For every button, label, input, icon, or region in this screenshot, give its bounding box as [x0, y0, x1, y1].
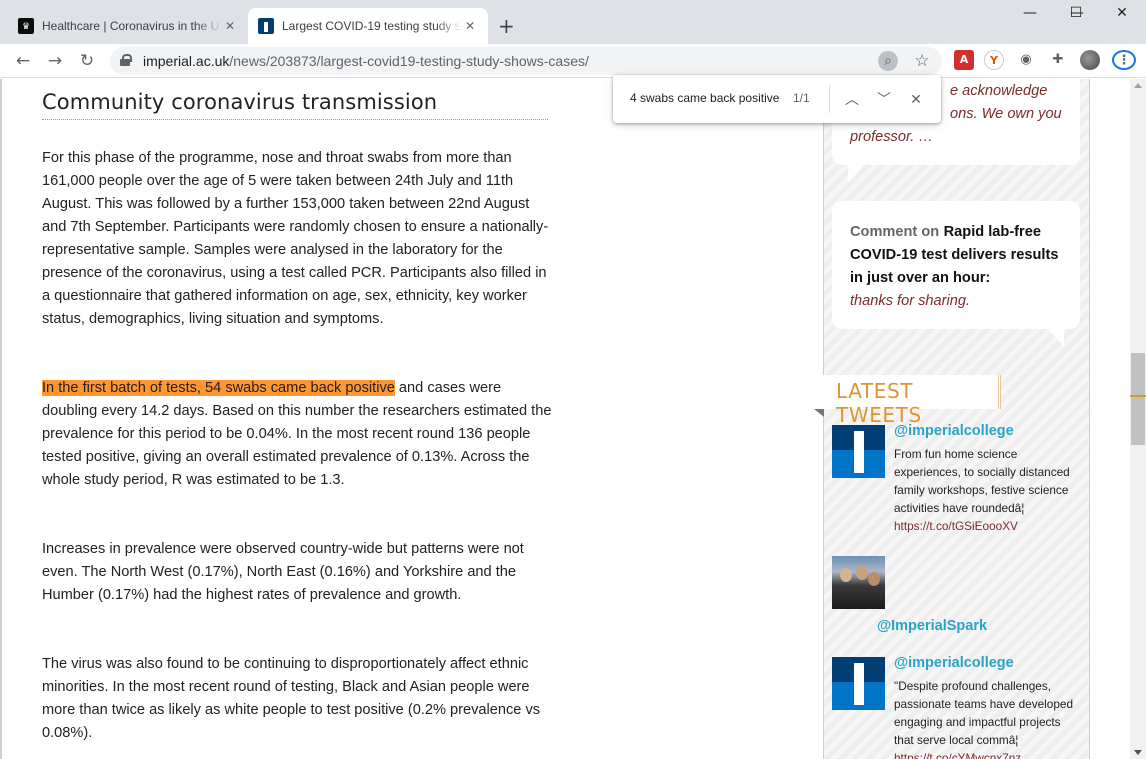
scroll-down-arrow-icon[interactable] [1134, 750, 1142, 755]
close-window-icon[interactable]: ✕ [1099, 5, 1145, 21]
tweet-handle[interactable]: @imperialcollege [894, 423, 1014, 439]
tab-covid-study[interactable]: Largest COVID-19 testing study s ✕ [248, 8, 488, 44]
forward-arrow-icon[interactable]: → [44, 50, 66, 72]
divider [829, 85, 830, 113]
back-arrow-icon[interactable]: ← [12, 50, 34, 72]
tab-title: Healthcare | Coronavirus in the U [42, 19, 220, 33]
new-tab-button[interactable]: + [498, 14, 515, 38]
latest-tweets-heading: LATEST TWEETS [814, 375, 1001, 427]
page-scrollbar[interactable] [1130, 79, 1146, 759]
tweet-text: From fun home science experiences, to so… [894, 447, 1070, 533]
yoroi-extension-icon[interactable]: Y [984, 50, 1004, 70]
reload-icon[interactable]: ↻ [76, 50, 98, 72]
lock-icon[interactable] [120, 54, 132, 66]
browser-menu-icon[interactable]: ⋮ [1112, 50, 1136, 70]
web-page: Community coronavirus transmission For t… [0, 79, 1130, 759]
bookmark-star-icon[interactable]: ☆ [912, 51, 932, 71]
paragraph: In the first batch of tests, 54 swabs ca… [42, 380, 552, 488]
imperial-spark-avatar[interactable] [832, 556, 885, 609]
imperial-logo-avatar[interactable] [832, 657, 885, 710]
find-highlight: In the first batch of tests, 54 swabs ca… [42, 380, 395, 396]
chevron-up-icon[interactable]: ︿ [841, 88, 863, 110]
browser-toolbar: ← → ↻ imperial.ac.uk/news/203873/largest… [0, 44, 1146, 78]
maximize-icon[interactable]: ☐ [1053, 5, 1099, 21]
camera-extension-icon[interactable]: ◉ [1016, 50, 1036, 70]
paragraph: Increases in prevalence were observed co… [42, 541, 524, 603]
tweet-link[interactable]: https://t.co/tGSiEoooXV [894, 519, 1018, 533]
tab-close-icon[interactable]: ✕ [222, 19, 238, 33]
close-icon[interactable]: ✕ [905, 88, 927, 110]
paragraph: For this phase of the programme, nose an… [42, 150, 549, 327]
adobe-pdf-extension-icon[interactable]: A [954, 50, 974, 70]
tab-title: Largest COVID-19 testing study s [282, 19, 461, 33]
imperial-logo-avatar[interactable] [832, 425, 885, 478]
address-bar[interactable]: imperial.ac.uk/news/203873/largest-covid… [110, 47, 942, 75]
scroll-up-arrow-icon[interactable] [1134, 83, 1142, 88]
tab-close-icon[interactable]: ✕ [462, 19, 478, 33]
scrollbar-thumb[interactable] [1131, 353, 1145, 445]
profile-avatar[interactable] [1080, 50, 1100, 70]
tweet-text: "Despite profound challenges, passionate… [894, 677, 1082, 759]
find-bar: 4 swabs came back positive 1/1 ︿ ﹀ ✕ [613, 75, 941, 123]
comment-quote: thanks for sharing. [850, 293, 971, 309]
find-input[interactable]: 4 swabs came back positive [630, 91, 779, 105]
tweet-handle[interactable]: @imperialcollege [894, 655, 1014, 671]
find-result-count: 1/1 [793, 91, 810, 105]
comment-label: Comment on [850, 224, 940, 240]
chevron-down-icon[interactable]: ﹀ [873, 88, 895, 110]
gov-crown-icon: ♛ [18, 18, 34, 34]
find-in-page-icon[interactable]: ⌕ [878, 51, 898, 71]
url-text[interactable]: imperial.ac.uk/news/203873/largest-covid… [143, 53, 589, 69]
section-heading: Community coronavirus transmission [42, 90, 548, 120]
tweet-link[interactable]: https://t.co/cYMwcnx7nz [894, 751, 1021, 759]
comment-bubble[interactable]: Comment on Rapid lab-free COVID-19 test … [832, 201, 1080, 347]
tweet-handle[interactable]: @ImperialSpark [877, 618, 987, 634]
sidebar: e acknowledge ons. We own you professor.… [814, 79, 1090, 759]
paragraph: The virus was also found to be continuin… [42, 656, 541, 741]
extensions-puzzle-icon[interactable]: ✚ [1048, 50, 1068, 70]
find-result-marker [1130, 395, 1146, 397]
tab-healthcare[interactable]: ♛ Healthcare | Coronavirus in the U ✕ [8, 8, 248, 44]
minimize-icon[interactable]: — [1007, 5, 1053, 21]
imperial-favicon-icon [258, 18, 274, 34]
tab-strip: ♛ Healthcare | Coronavirus in the U ✕ La… [0, 0, 1146, 44]
page-border [0, 79, 2, 759]
